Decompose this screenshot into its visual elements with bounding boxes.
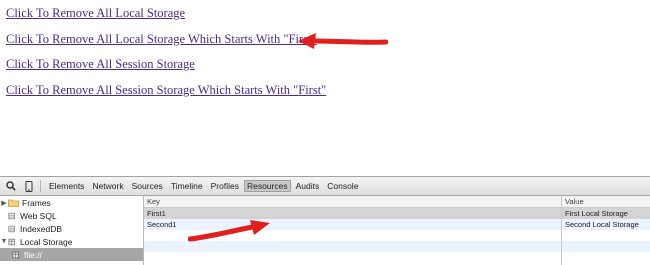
table-row-empty xyxy=(144,252,650,265)
folder-icon xyxy=(8,199,19,207)
tab-profiles[interactable]: Profiles xyxy=(208,180,242,192)
column-header-value[interactable]: Value xyxy=(562,196,650,207)
device-icon[interactable] xyxy=(22,179,36,193)
table-cell-value: First Local Storage xyxy=(565,209,628,218)
database-icon xyxy=(8,212,15,219)
devtools-body: ▶ Frames Web SQL IndexedDB ▼ Local Stora… xyxy=(0,196,650,265)
sidebar-label: Frames xyxy=(22,197,51,208)
collapse-arrow-icon[interactable]: ▼ xyxy=(0,238,8,245)
red-arrow-icon xyxy=(188,220,270,242)
tab-timeline[interactable]: Timeline xyxy=(168,180,206,192)
search-icon[interactable] xyxy=(4,179,18,193)
sidebar-item-file[interactable]: file:// xyxy=(0,248,143,261)
sidebar-label: IndexedDB xyxy=(20,223,63,234)
table-cell-value: Second Local Storage xyxy=(565,220,639,229)
sidebar-label: file:// xyxy=(24,249,42,260)
sidebar-label: Web SQL xyxy=(20,210,57,221)
remove-local-storage-first-link[interactable]: Click To Remove All Local Storage Which … xyxy=(6,32,326,47)
toolbar-divider xyxy=(40,180,41,192)
grid-icon xyxy=(12,251,19,258)
devtools-panel: Elements Network Sources Timeline Profil… xyxy=(0,176,650,265)
resources-sidebar: ▶ Frames Web SQL IndexedDB ▼ Local Stora… xyxy=(0,196,144,265)
remove-session-storage-first-link[interactable]: Click To Remove All Session Storage Whic… xyxy=(6,83,326,98)
sidebar-item-web-sql[interactable]: Web SQL xyxy=(0,209,143,222)
sidebar-item-local-storage[interactable]: ▼ Local Storage xyxy=(0,235,143,248)
red-arrow-icon xyxy=(298,33,388,49)
remove-all-local-storage-link[interactable]: Click To Remove All Local Storage xyxy=(6,6,326,21)
tab-network[interactable]: Network xyxy=(89,180,126,192)
remove-all-session-storage-link[interactable]: Click To Remove All Session Storage xyxy=(6,57,326,72)
tab-audits[interactable]: Audits xyxy=(293,180,323,192)
sidebar-label: Local Storage xyxy=(20,236,73,247)
sidebar-item-frames[interactable]: ▶ Frames xyxy=(0,196,143,209)
table-header: Key Value xyxy=(144,196,650,208)
grid-icon xyxy=(8,238,15,245)
tab-console[interactable]: Console xyxy=(324,180,361,192)
expand-arrow-icon[interactable]: ▶ xyxy=(0,199,8,207)
devtools-toolbar: Elements Network Sources Timeline Profil… xyxy=(0,177,650,196)
database-icon xyxy=(8,225,15,232)
column-header-key[interactable]: Key xyxy=(144,196,562,207)
tab-resources[interactable]: Resources xyxy=(243,180,291,192)
tab-sources[interactable]: Sources xyxy=(129,180,166,192)
sidebar-item-indexeddb[interactable]: IndexedDB xyxy=(0,222,143,235)
tab-elements[interactable]: Elements xyxy=(46,180,87,192)
storage-links: Click To Remove All Local Storage Click … xyxy=(6,6,326,108)
